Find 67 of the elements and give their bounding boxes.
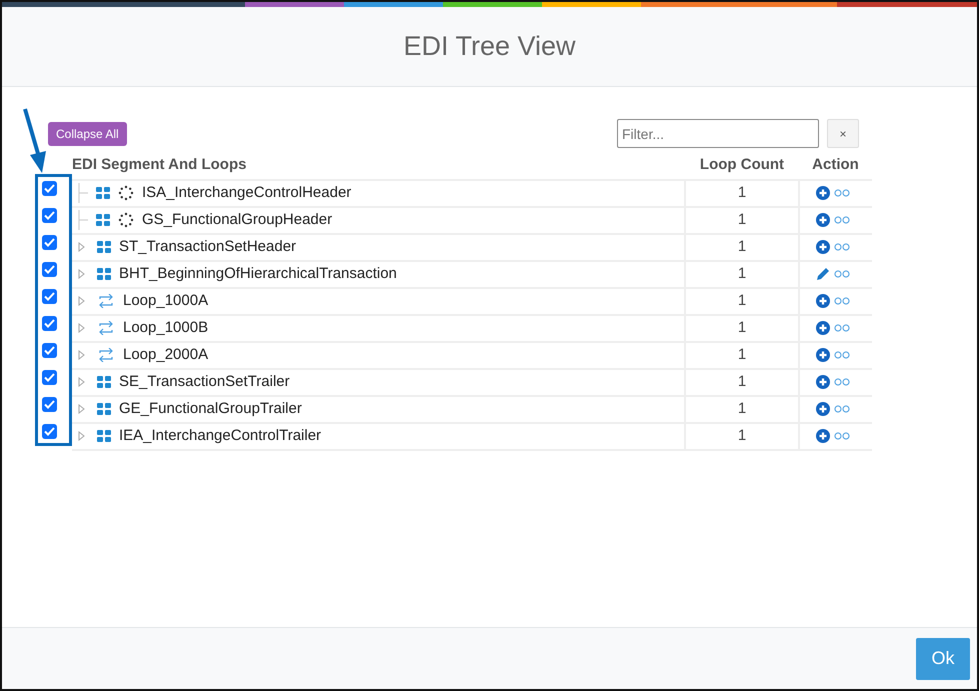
segment-name[interactable]: ST_TransactionSetHeader	[119, 236, 296, 258]
glasses-icon[interactable]	[834, 351, 850, 359]
add-icon[interactable]	[816, 294, 830, 308]
loop-count: 1	[738, 238, 746, 255]
glasses-icon[interactable]	[834, 324, 850, 332]
glasses-icon[interactable]	[834, 243, 850, 251]
segment-icon	[96, 187, 110, 199]
checkbox[interactable]	[42, 424, 57, 439]
segment-name[interactable]: Loop_1000B	[123, 316, 208, 340]
glasses-icon[interactable]	[834, 270, 850, 278]
loop-count: 1	[738, 426, 746, 444]
checkbox[interactable]	[42, 370, 57, 385]
checkbox[interactable]	[42, 181, 57, 196]
loop-count: 1	[738, 400, 746, 417]
loop-count: 1	[738, 184, 746, 201]
add-icon[interactable]	[816, 186, 830, 200]
segment-name[interactable]: Loop_2000A	[123, 344, 208, 366]
checkbox[interactable]	[42, 208, 57, 223]
add-icon[interactable]	[816, 321, 830, 335]
segment-icon	[96, 214, 110, 226]
glasses-icon[interactable]	[834, 405, 850, 413]
segment-name[interactable]: IEA_InterchangeControlTrailer	[119, 424, 322, 448]
add-icon[interactable]	[816, 240, 830, 254]
loop-icon	[97, 321, 115, 335]
loop-count: 1	[738, 372, 746, 390]
glasses-icon[interactable]	[834, 378, 850, 386]
segment-name[interactable]: ISA_InterchangeControlHeader	[142, 182, 352, 204]
checkbox[interactable]	[42, 262, 57, 277]
segment-name[interactable]: BHT_BeginningOfHierarchicalTransaction	[119, 262, 397, 286]
loop-icon	[97, 294, 115, 308]
loop-count: 1	[738, 346, 746, 363]
clear-filter-button[interactable]: ×	[827, 119, 859, 148]
segment-icon	[97, 430, 111, 442]
pencil-icon[interactable]	[816, 267, 830, 281]
checkbox[interactable]	[42, 316, 57, 331]
glasses-icon[interactable]	[834, 189, 850, 197]
checkbox[interactable]	[42, 343, 57, 358]
filter-field[interactable]: Filter...	[617, 119, 819, 148]
loop-count: 1	[738, 210, 746, 228]
add-icon[interactable]	[816, 213, 830, 227]
add-icon[interactable]	[816, 402, 830, 416]
column-header: EDI Segment And Loops	[72, 156, 246, 173]
glasses-icon[interactable]	[834, 297, 850, 305]
collapse-all-button[interactable]: Collapse All	[48, 122, 127, 146]
column-header: Loop Count	[700, 156, 784, 173]
segment-icon	[97, 268, 111, 280]
segment-icon	[97, 376, 111, 388]
glasses-icon[interactable]	[834, 432, 850, 440]
add-icon[interactable]	[816, 429, 830, 443]
loop-count: 1	[738, 318, 746, 336]
add-icon[interactable]	[816, 348, 830, 362]
segment-name[interactable]: GE_FunctionalGroupTrailer	[119, 398, 302, 420]
column-header: Action	[812, 156, 859, 173]
segment-name[interactable]: Loop_1000A	[123, 290, 208, 312]
segment-icon	[97, 403, 111, 415]
dialog-title: EDI Tree View	[403, 30, 576, 63]
loop-icon	[97, 348, 115, 362]
checkbox[interactable]	[42, 289, 57, 304]
segment-icon	[97, 241, 111, 253]
loop-count: 1	[738, 264, 746, 282]
glasses-icon[interactable]	[834, 216, 850, 224]
checkbox[interactable]	[42, 235, 57, 250]
segment-name[interactable]: SE_TransactionSetTrailer	[119, 370, 290, 394]
segment-name[interactable]: GS_FunctionalGroupHeader	[142, 208, 332, 232]
loop-count: 1	[738, 292, 746, 309]
checkbox[interactable]	[42, 397, 57, 412]
add-icon[interactable]	[816, 375, 830, 389]
